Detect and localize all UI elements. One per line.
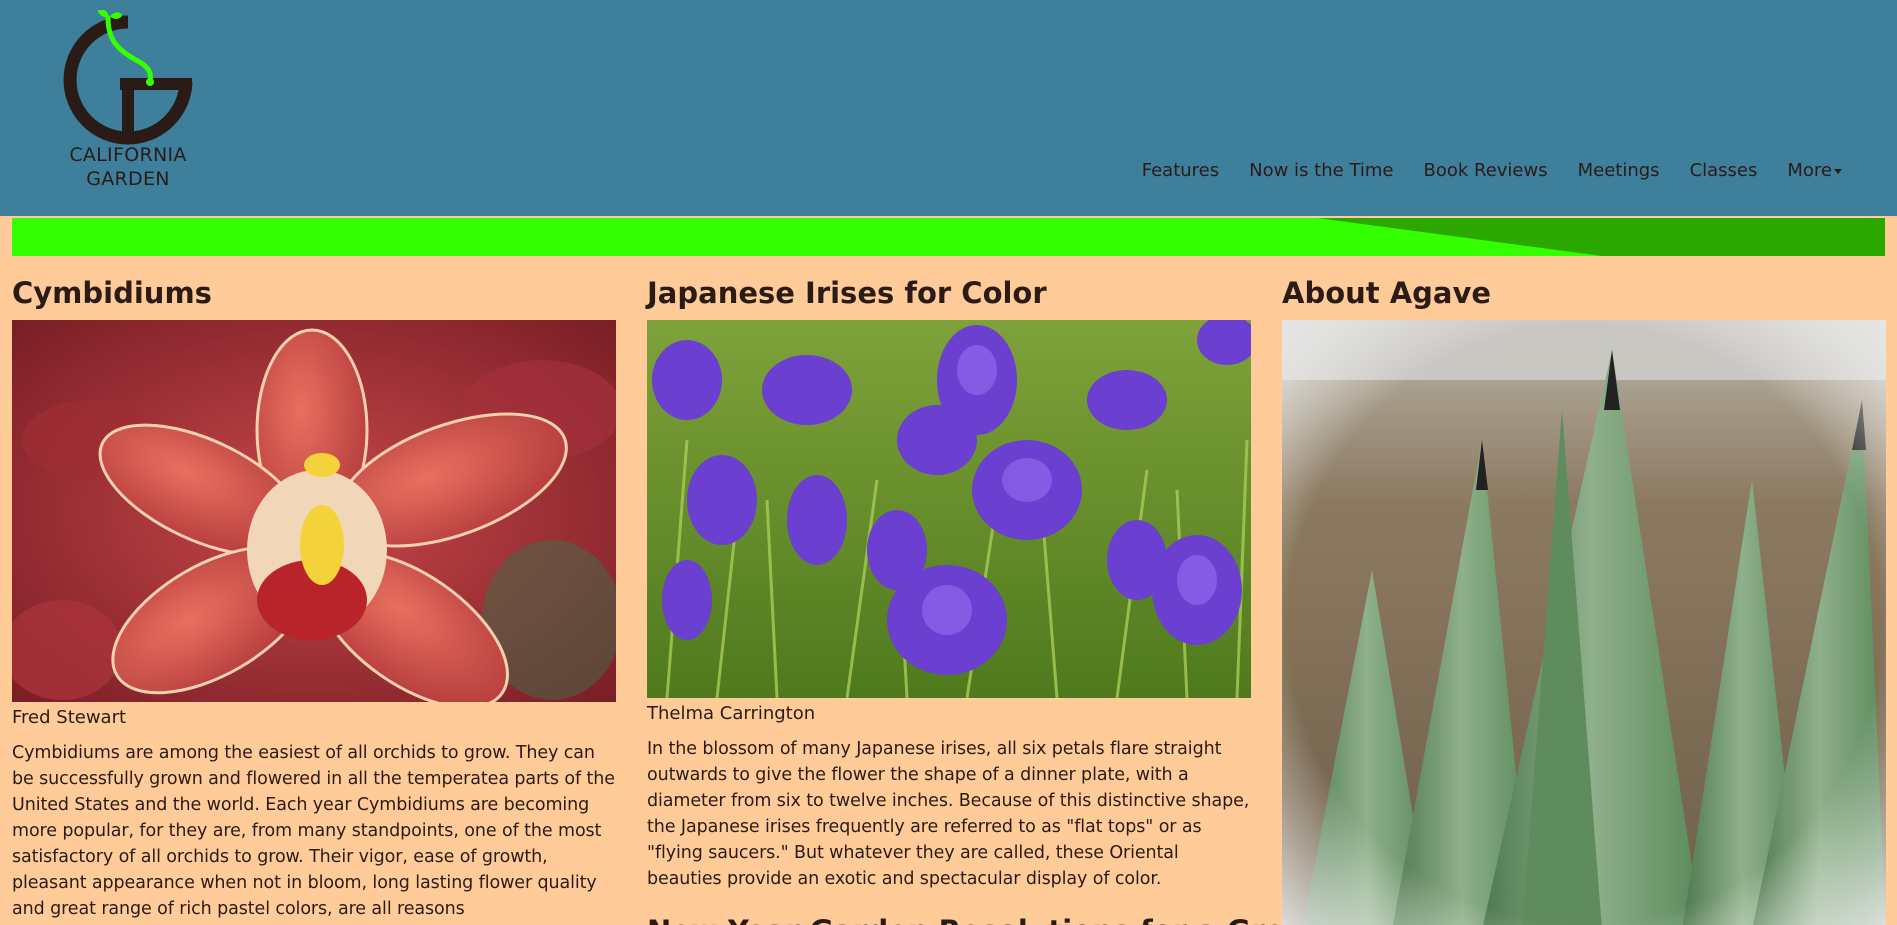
logo-line-2: GARDEN <box>86 168 170 190</box>
logo-line-1: CALIFORNIA <box>69 144 187 166</box>
caret-down-icon <box>1834 168 1842 174</box>
main-nav: Features Now is the Time Book Reviews Me… <box>1127 160 1857 181</box>
nav-classes[interactable]: Classes <box>1675 160 1773 181</box>
purple-iris-photo[interactable] <box>647 320 1251 698</box>
article-about-agave: About Agave <box>1282 270 1886 925</box>
nav-more-dropdown[interactable]: More <box>1772 160 1857 181</box>
article-author: Thelma Carrington <box>647 703 816 724</box>
nav-features[interactable]: Features <box>1127 160 1234 181</box>
article-title[interactable]: Japanese Irises for Color <box>647 270 1251 320</box>
green-banner <box>12 218 1885 256</box>
site-header: CALIFORNIA GARDEN Features Now is the Ti… <box>0 0 1897 216</box>
agave-image-icon <box>1282 320 1886 925</box>
orchid-image-icon <box>12 320 616 702</box>
banner-swoosh-icon <box>1317 218 1885 256</box>
red-orchid-photo[interactable] <box>12 320 616 702</box>
site-logo[interactable]: CALIFORNIA GARDEN <box>58 8 198 195</box>
article-body: In the blossom of many Japanese irises, … <box>647 739 1250 889</box>
nav-more-label: More <box>1787 160 1832 181</box>
next-article-title[interactable]: New Year Garden Resolutions for a Great <box>647 914 1318 925</box>
article-title[interactable]: About Agave <box>1282 270 1886 320</box>
article-cymbidiums: Cymbidiums Fred Stewart Cymbidiums are a… <box>12 270 616 922</box>
article-japanese-irises: Japanese Irises for Color Thelma Carring… <box>647 270 1318 925</box>
nav-meetings[interactable]: Meetings <box>1563 160 1675 181</box>
article-body: Cymbidiums are among the easiest of all … <box>12 743 615 919</box>
article-title[interactable]: Cymbidiums <box>12 270 616 320</box>
nav-now-is-the-time[interactable]: Now is the Time <box>1234 160 1408 181</box>
article-author: Fred Stewart <box>12 707 127 728</box>
logo-text: CALIFORNIA GARDEN <box>58 143 198 191</box>
logo-mark-icon <box>63 8 193 145</box>
agave-plant-photo[interactable] <box>1282 320 1886 925</box>
nav-book-reviews[interactable]: Book Reviews <box>1408 160 1562 181</box>
iris-image-icon <box>647 320 1251 698</box>
